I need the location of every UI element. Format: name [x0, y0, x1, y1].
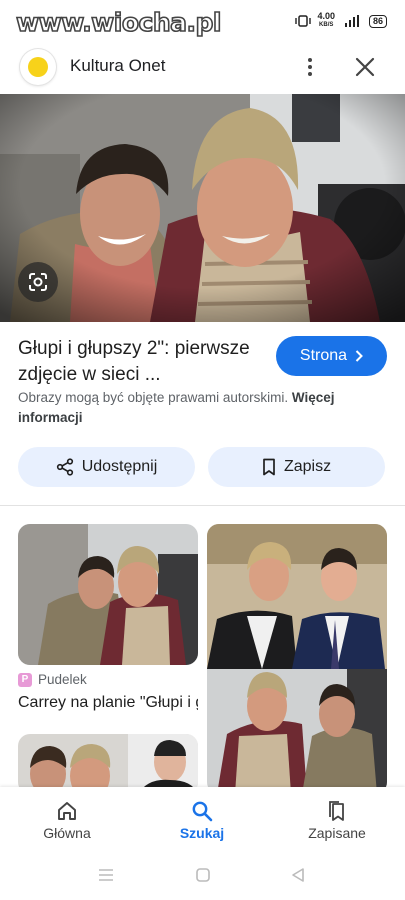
- back-triangle-icon[interactable]: [290, 867, 306, 883]
- related-source: P Pudelek: [18, 672, 87, 687]
- nav-search[interactable]: Szukaj: [152, 797, 252, 841]
- more-vert-icon[interactable]: [300, 55, 320, 79]
- google-lens-icon: [29, 273, 47, 291]
- site-name: Kultura Onet: [70, 56, 166, 75]
- related-image-2[interactable]: [18, 734, 198, 794]
- system-navigation: [0, 853, 405, 900]
- related-photo-1: [18, 524, 198, 665]
- source-header: Kultura Onet: [0, 42, 405, 94]
- related-title[interactable]: Carrey na planie "Głupi i głupszy 2"...: [18, 694, 198, 712]
- nav-home-label: Główna: [43, 825, 91, 841]
- save-button[interactable]: Zapisz: [208, 447, 385, 487]
- main-image[interactable]: [0, 94, 405, 322]
- bookmarks-icon: [329, 801, 344, 821]
- bookmark-icon: [263, 458, 275, 476]
- status-icons: 4.00 KB/S 86: [295, 12, 387, 30]
- share-icon: [56, 458, 73, 476]
- nav-home[interactable]: Główna: [17, 797, 117, 841]
- lens-button[interactable]: [18, 262, 58, 302]
- vibrate-icon: [295, 15, 312, 27]
- network-speed: 4.00 KB/S: [317, 11, 335, 29]
- chevron-right-icon: [355, 350, 363, 362]
- copyright-text: Obrazy mogą być objęte prawami autorskim…: [18, 390, 289, 405]
- nav-saved[interactable]: Zapisane: [287, 797, 387, 841]
- recents-menu-icon[interactable]: [97, 868, 115, 882]
- home-icon: [58, 802, 76, 820]
- copyright-notice: Obrazy mogą być objęte prawami autorskim…: [18, 388, 378, 428]
- visit-site-button[interactable]: Strona: [276, 336, 387, 376]
- result-title[interactable]: Głupi i głupszy 2": pierwsze zdjęcie w s…: [18, 336, 268, 388]
- search-icon: [192, 801, 213, 822]
- related-photo-2: [18, 734, 198, 794]
- home-square-icon[interactable]: [195, 867, 211, 883]
- close-icon[interactable]: [352, 54, 378, 80]
- divider: [0, 505, 405, 506]
- site-logo: [20, 49, 56, 85]
- photo-two-men: [0, 94, 405, 322]
- nav-search-label: Szukaj: [179, 825, 225, 841]
- status-bar: www.wiocha.pl 4.00 KB/S 86: [0, 0, 405, 42]
- share-button[interactable]: Udostępnij: [18, 447, 195, 487]
- related-image-1[interactable]: [18, 524, 198, 665]
- bottom-navigation: Główna Szukaj Zapisane: [0, 787, 405, 853]
- signal-icon: [344, 15, 359, 27]
- pudelek-favicon: P: [18, 672, 32, 687]
- save-label: Zapisz: [283, 458, 332, 475]
- related-source-name: Pudelek: [38, 672, 87, 687]
- watermark: www.wiocha.pl: [15, 7, 222, 38]
- related-image-3[interactable]: [207, 524, 387, 794]
- nav-saved-label: Zapisane: [308, 825, 366, 841]
- visit-site-label: Strona: [299, 347, 348, 364]
- battery-indicator: 86: [368, 14, 387, 28]
- related-photo-3: [207, 524, 387, 794]
- share-label: Udostępnij: [81, 458, 158, 475]
